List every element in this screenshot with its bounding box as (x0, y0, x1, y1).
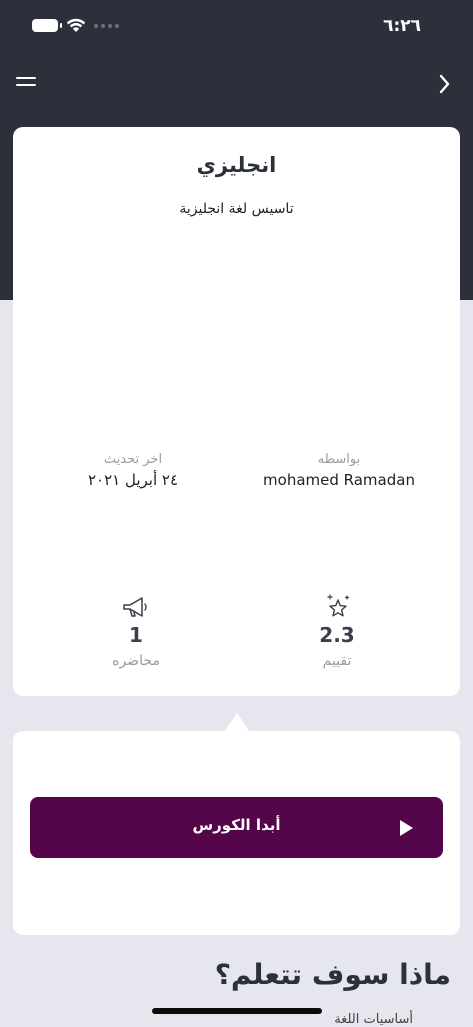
signal-icon (94, 23, 119, 28)
battery-icon (32, 19, 62, 32)
updated-date: ٢٤ أبريل ٢٠٢١ (87, 471, 179, 489)
sparkle-star-icon (325, 593, 351, 625)
course-subtitle: تاسيس لغة انجليزية (179, 201, 294, 217)
lectures-label: محاضره (112, 653, 160, 669)
home-indicator (152, 1008, 322, 1014)
author-name: mohamed Ramadan (263, 471, 415, 489)
status-time: ٦:٢٦ (383, 16, 421, 36)
wifi-icon (66, 18, 86, 33)
author-label: بواسطه (317, 452, 361, 467)
chevron-right-icon[interactable] (435, 72, 455, 96)
menu-icon[interactable] (16, 74, 38, 92)
learn-item-partial: أساسيات اللغة (334, 1012, 413, 1027)
card-pointer (224, 713, 250, 732)
play-icon (400, 820, 413, 836)
start-course-label: أبدا الكورس (192, 816, 281, 834)
course-title: انجليزي (196, 153, 277, 177)
updated-label: اخر تحديث (103, 452, 163, 467)
status-bar: ٦:٢٦ (0, 0, 473, 52)
start-course-button[interactable]: أبدا الكورس (30, 797, 443, 858)
action-card: أبدا الكورس (13, 731, 460, 935)
what-you-learn-heading: ماذا سوف تتعلم؟ (214, 958, 451, 991)
megaphone-icon (120, 594, 150, 626)
rating-value: 2.3 (319, 623, 355, 647)
lectures-value: 1 (129, 623, 143, 647)
rating-label: تقييم (322, 653, 352, 669)
status-indicators (32, 18, 119, 33)
course-info-card: انجليزي تاسيس لغة انجليزية بواسطه mohame… (13, 127, 460, 696)
